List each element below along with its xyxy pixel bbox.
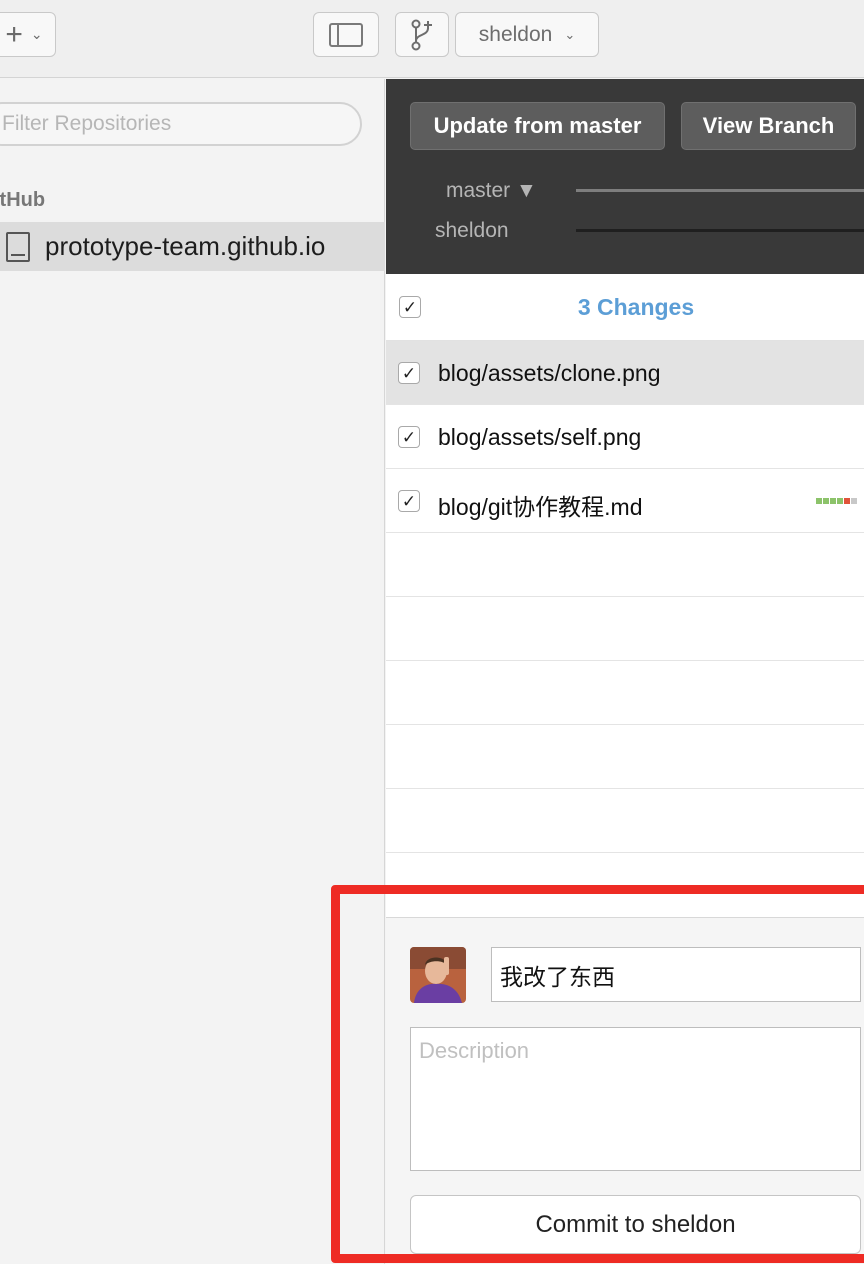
empty-row (386, 661, 864, 725)
toggle-sidebar-button[interactable] (313, 12, 379, 57)
plus-icon: + (5, 17, 23, 51)
diffstat-square (851, 498, 857, 504)
commit-description-input[interactable] (410, 1027, 861, 1171)
add-repository-button[interactable]: + ⌄ (0, 12, 56, 57)
create-branch-button[interactable] (395, 12, 449, 57)
filter-placeholder: Filter Repositories (2, 112, 172, 135)
file-checkbox[interactable]: ✓ (398, 490, 420, 512)
user-avatar (410, 947, 466, 1003)
file-row[interactable]: ✓ blog/assets/clone.png (386, 341, 864, 405)
commit-summary-input[interactable] (491, 947, 861, 1002)
branch-header: Update from master View Branch master ▼ … (386, 79, 864, 274)
file-name: blog/assets/clone.png (438, 360, 661, 386)
empty-row (386, 725, 864, 789)
repository-icon (6, 231, 30, 262)
file-row[interactable]: ✓ blog/git协作教程.md (386, 469, 864, 533)
repository-label: prototype-team.github.io (45, 231, 326, 261)
diffstat-square (823, 498, 829, 504)
commit-button[interactable]: Commit to sheldon (410, 1195, 861, 1254)
branch-selector-label: sheldon (478, 22, 553, 46)
sidebar-section-label: itHub (0, 189, 46, 211)
empty-row (386, 597, 864, 661)
master-branch-label[interactable]: master ▼ (446, 179, 537, 203)
branch-icon (411, 19, 432, 50)
main-pane: Update from master View Branch master ▼ … (386, 79, 864, 1264)
file-checkbox[interactable]: ✓ (398, 362, 420, 384)
sheldon-branch-line (576, 229, 864, 232)
sidebar-icon (329, 22, 363, 47)
changes-header: ✓ 3 Changes (386, 274, 864, 341)
file-name: blog/git协作教程.md (438, 494, 643, 520)
diffstat-square (816, 498, 822, 504)
commit-area: Commit to sheldon (386, 917, 864, 1264)
sheldon-branch-label: sheldon (435, 219, 509, 242)
update-from-master-button[interactable]: Update from master (410, 102, 665, 150)
file-checkbox[interactable]: ✓ (398, 426, 420, 448)
chevron-down-icon: ⌄ (30, 26, 43, 42)
chevron-down-icon: ⌄ (564, 26, 576, 42)
sidebar: Filter Repositories itHub prototype-team… (0, 79, 385, 1264)
empty-row (386, 533, 864, 597)
diffstat-square (830, 498, 836, 504)
file-row[interactable]: ✓ blog/assets/self.png (386, 405, 864, 469)
view-branch-button[interactable]: View Branch (681, 102, 856, 150)
diffstat-square (837, 498, 843, 504)
changed-files-list: ✓ blog/assets/clone.png ✓ blog/assets/se… (386, 341, 864, 853)
toolbar: + ⌄ sheldon ⌄ (0, 0, 864, 78)
empty-row (386, 789, 864, 853)
diffstat-square (844, 498, 850, 504)
filter-repositories-input[interactable]: Filter Repositories (0, 102, 362, 146)
diffstat-bar (816, 498, 857, 504)
changes-count: 3 Changes (577, 294, 695, 320)
master-branch-line (576, 189, 864, 192)
sidebar-item-repository[interactable]: prototype-team.github.io (0, 222, 385, 271)
branch-selector[interactable]: sheldon ⌄ (455, 12, 599, 57)
file-name: blog/assets/self.png (438, 424, 642, 450)
